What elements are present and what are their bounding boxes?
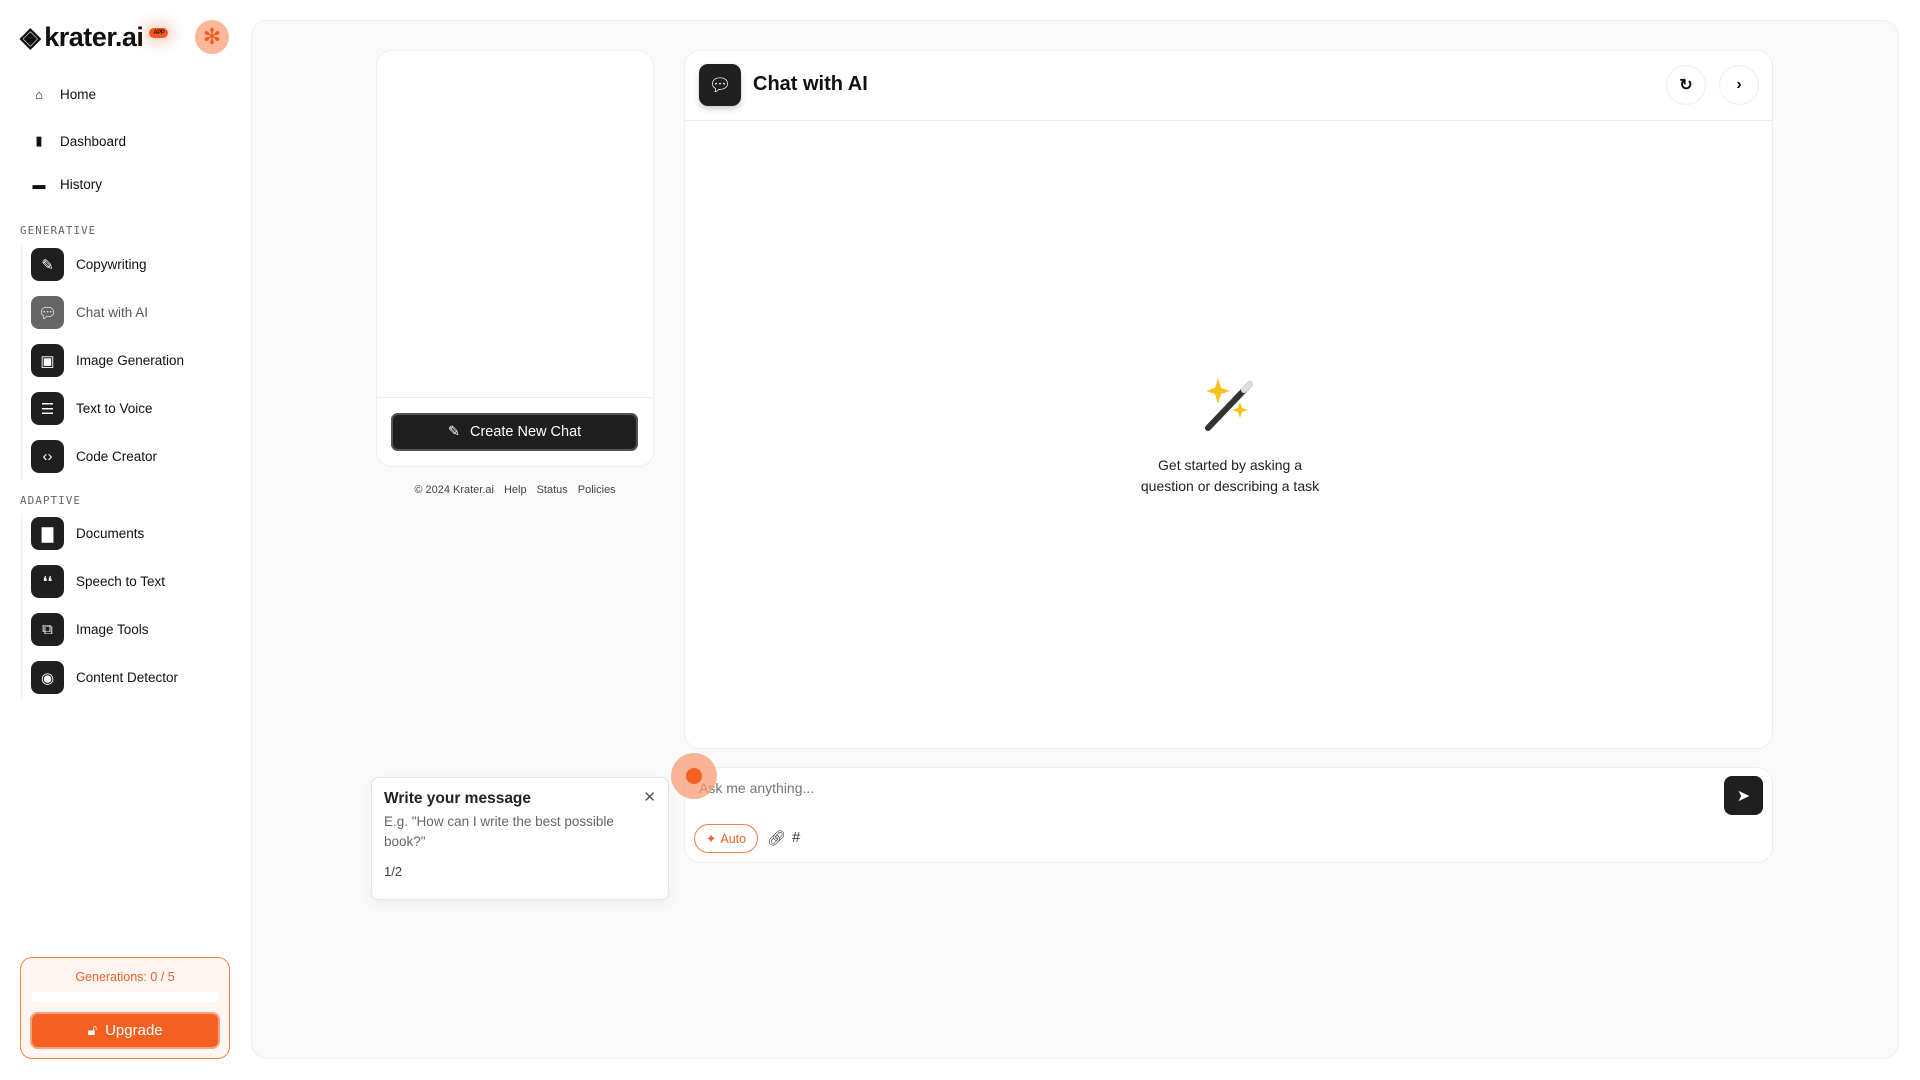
- paperclip-icon: 🔗︎: [767, 830, 787, 847]
- tooltip-body: E.g. "How can I write the best possible …: [384, 814, 614, 849]
- create-new-chat-button[interactable]: ✎ Create New Chat: [391, 413, 638, 451]
- logo[interactable]: ◈ krater.ai APP: [20, 22, 169, 53]
- sparkle-icon: ✦: [705, 832, 717, 846]
- refresh-icon: ↻: [1679, 77, 1693, 94]
- code-icon: ‹›: [31, 440, 64, 473]
- sidebar-item-documents[interactable]: ▇ Documents: [31, 517, 144, 550]
- footer-link-help[interactable]: Help: [504, 484, 527, 496]
- page-title: Chat with AI: [753, 73, 868, 95]
- section-generative: GENERATIVE: [20, 224, 97, 237]
- document-icon: ▇: [31, 517, 64, 550]
- image-icon: ▣: [31, 344, 64, 377]
- divider: [21, 245, 22, 480]
- snowflake-icon[interactable]: ✻: [195, 20, 229, 54]
- sidebar-item-copywriting[interactable]: ✎ Copywriting: [31, 248, 147, 281]
- next-button[interactable]: ›: [1719, 65, 1759, 105]
- bar-chart-icon: ▮: [35, 133, 43, 148]
- app-badge: APP: [149, 27, 169, 38]
- edit-icon: ✎: [447, 424, 460, 440]
- close-icon[interactable]: ✕: [643, 788, 656, 806]
- folder-icon: ▬: [32, 177, 46, 192]
- chat-bubble-icon: 💬︎: [699, 64, 741, 106]
- chat-list-panel: [376, 50, 654, 467]
- tooltip-title: Write your message: [384, 790, 532, 807]
- sidebar-item-image-generation[interactable]: ▣ Image Generation: [31, 344, 184, 377]
- logo-diamond-icon: ◈: [20, 22, 41, 52]
- microphone-icon: ☰: [31, 392, 64, 425]
- send-button[interactable]: ➤: [1724, 776, 1763, 815]
- magic-wand-icon: [1205, 378, 1253, 431]
- sidebar-item-code-creator[interactable]: ‹› Code Creator: [31, 440, 157, 473]
- sidebar-item-chat-with-ai[interactable]: 💬︎ Chat with AI: [31, 296, 148, 329]
- chevron-right-icon: ›: [1736, 76, 1742, 93]
- refresh-button[interactable]: ↻: [1666, 65, 1706, 105]
- sidebar-item-content-detector[interactable]: ◉ Content Detector: [31, 661, 178, 694]
- nav-history[interactable]: ▬ History: [32, 177, 103, 192]
- empty-state: Get started by asking a question or desc…: [1140, 457, 1320, 494]
- unlock-icon: 🔓︎: [87, 1022, 98, 1039]
- upgrade-button[interactable]: 🔓︎ Upgrade: [30, 1012, 220, 1049]
- sidebar-item-speech-to-text[interactable]: ❛❛ Speech to Text: [31, 565, 165, 598]
- usage-card: Generations: 0 / 5 🔓︎ Upgrade: [20, 957, 230, 1059]
- auto-mode-button[interactable]: ✦ Auto: [694, 824, 758, 853]
- hash-icon: #: [792, 829, 801, 846]
- hashtag-button[interactable]: #: [792, 829, 800, 846]
- message-input[interactable]: [699, 780, 1679, 796]
- attach-button[interactable]: 🔗︎: [767, 829, 786, 847]
- images-icon: ⧉: [31, 613, 64, 646]
- generations-progress: [31, 992, 219, 1002]
- chat-bubble-icon: 💬︎: [31, 296, 64, 329]
- footer-link-policies[interactable]: Policies: [578, 484, 616, 496]
- home-icon: ⌂: [35, 87, 43, 102]
- sidebar-item-text-to-voice[interactable]: ☰ Text to Voice: [31, 392, 153, 425]
- eye-slash-icon: ◉: [31, 661, 64, 694]
- tour-tooltip: Write your message ✕ E.g. "How can I wri…: [371, 777, 669, 900]
- tour-beacon[interactable]: [686, 768, 702, 784]
- tooltip-step: 1/2: [384, 864, 403, 879]
- send-icon: ➤: [1736, 787, 1751, 805]
- nav-home[interactable]: ⌂ Home: [32, 87, 96, 102]
- footer: © 2024 Krater.ai Help Status Policies: [414, 484, 616, 496]
- divider: [21, 514, 22, 699]
- footer-link-status[interactable]: Status: [537, 484, 568, 496]
- pencil-icon: ✎: [31, 248, 64, 281]
- quote-icon: ❛❛: [31, 565, 64, 598]
- nav-dashboard[interactable]: ▮ Dashboard: [32, 133, 126, 149]
- sidebar-item-image-tools[interactable]: ⧉ Image Tools: [31, 613, 149, 646]
- section-adaptive: ADAPTIVE: [20, 494, 81, 507]
- generations-count: Generations: 0 / 5: [75, 970, 175, 984]
